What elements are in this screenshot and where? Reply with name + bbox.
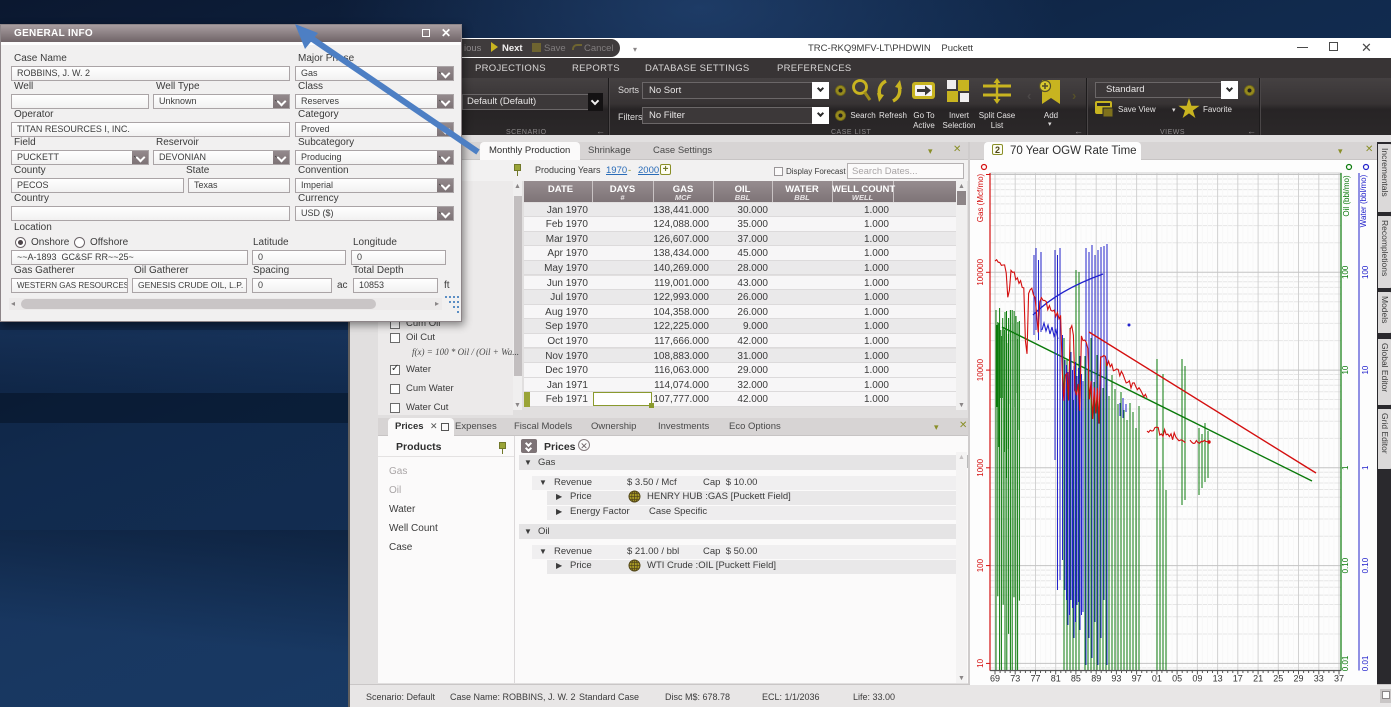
svg-text:1: 1 (1341, 465, 1350, 470)
svg-text:73: 73 (1010, 674, 1020, 684)
svg-text:Gas (Mcf/mo): Gas (Mcf/mo) (976, 173, 985, 222)
svg-text:0.01: 0.01 (1341, 655, 1350, 671)
svg-text:97: 97 (1132, 674, 1142, 684)
svg-text:0.01: 0.01 (1361, 655, 1370, 671)
svg-text:25: 25 (1273, 674, 1283, 684)
svg-text:Water (bbl/mo): Water (bbl/mo) (1359, 174, 1368, 227)
svg-text:93: 93 (1111, 674, 1121, 684)
svg-text:77: 77 (1030, 674, 1040, 684)
svg-text:81: 81 (1051, 674, 1061, 684)
svg-text:85: 85 (1071, 674, 1081, 684)
svg-text:01: 01 (1152, 674, 1162, 684)
svg-text:0.10: 0.10 (1361, 557, 1370, 573)
svg-text:100: 100 (976, 558, 985, 572)
svg-text:21: 21 (1253, 674, 1263, 684)
svg-text:05: 05 (1172, 674, 1182, 684)
svg-text:69: 69 (990, 674, 1000, 684)
svg-text:17: 17 (1233, 674, 1243, 684)
svg-text:100000: 100000 (976, 258, 985, 285)
svg-text:10: 10 (1361, 365, 1370, 374)
svg-text:10000: 10000 (976, 358, 985, 381)
svg-text:100: 100 (1361, 265, 1370, 279)
svg-text:09: 09 (1192, 674, 1202, 684)
svg-text:33: 33 (1314, 674, 1324, 684)
svg-text:10: 10 (976, 658, 985, 667)
svg-text:Oil (bbl/mo): Oil (bbl/mo) (1342, 175, 1351, 217)
svg-text:1: 1 (1361, 465, 1370, 470)
svg-text:100: 100 (1341, 265, 1350, 279)
svg-text:29: 29 (1293, 674, 1303, 684)
svg-text:0.10: 0.10 (1341, 557, 1350, 573)
svg-text:89: 89 (1091, 674, 1101, 684)
svg-text:1000: 1000 (976, 458, 985, 476)
svg-text:10: 10 (1341, 365, 1350, 374)
svg-text:13: 13 (1213, 674, 1223, 684)
svg-text:37: 37 (1334, 674, 1344, 684)
